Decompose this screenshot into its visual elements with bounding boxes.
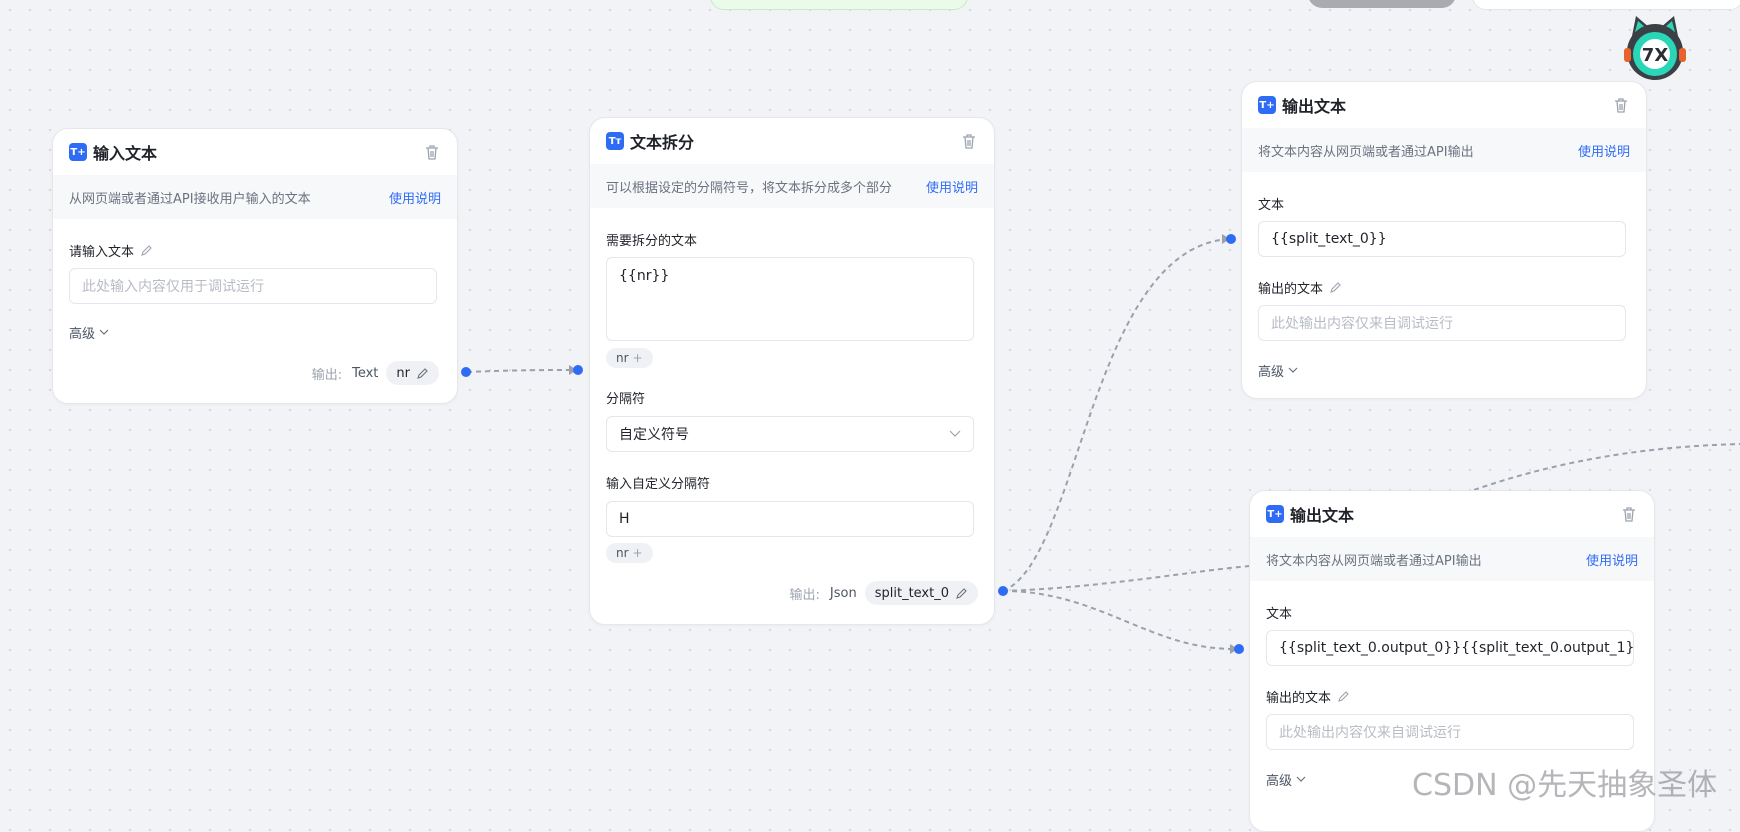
plus-icon: +: [632, 351, 643, 365]
variable-tag[interactable]: nr +: [606, 543, 653, 563]
node-text-split[interactable]: Tт 文本拆分 可以根据设定的分隔符号，将文本拆分成多个部分 使用说明 需要拆分…: [589, 117, 995, 625]
input-text-field[interactable]: 此处输入内容仅用于调试运行: [69, 268, 437, 304]
svg-text:7X: 7X: [1642, 45, 1669, 66]
node-title: 文本拆分: [630, 133, 695, 152]
edge-input-to-split: [466, 369, 574, 373]
field-label: 输出的文本: [1266, 691, 1332, 706]
field-label: 输出的文本: [1258, 282, 1324, 297]
edit-pencil-icon[interactable]: [1337, 690, 1350, 703]
input-handle[interactable]: [1234, 644, 1244, 654]
text-output-icon: T+: [1266, 505, 1284, 523]
split-text-textarea[interactable]: {{nr}}: [606, 257, 974, 341]
output-result-field: 此处输出内容仅来自调试运行: [1258, 305, 1626, 341]
chevron-down-icon: [1288, 367, 1298, 373]
custom-separator-input[interactable]: H: [606, 501, 974, 537]
trash-icon[interactable]: [1612, 96, 1630, 114]
watermark: CSDN @先天抽象圣体: [1412, 768, 1718, 803]
plus-icon: +: [632, 546, 643, 560]
output-text-input[interactable]: {{split_text_0.output_0}}{{split_text_0.…: [1266, 630, 1634, 666]
chevron-down-icon: [99, 329, 109, 335]
help-link[interactable]: 使用说明: [1586, 550, 1638, 569]
output-text-input[interactable]: {{split_text_0}}: [1258, 221, 1626, 257]
edge-split-to-offscreen: [1002, 565, 1251, 592]
node-description: 从网页端或者通过API接收用户输入的文本: [69, 191, 311, 207]
output-variable[interactable]: nr: [386, 361, 439, 385]
field-label: 输入自定义分隔符: [606, 477, 711, 492]
trash-icon[interactable]: [1620, 505, 1638, 523]
input-handle[interactable]: [573, 365, 583, 375]
field-label: 请输入文本: [69, 245, 135, 260]
variable-tag[interactable]: nr +: [606, 348, 653, 368]
node-description: 将文本内容从网页端或者通过API输出: [1258, 144, 1474, 160]
advanced-toggle[interactable]: 高级: [69, 323, 109, 342]
edit-pencil-icon[interactable]: [140, 244, 153, 257]
edge-split-to-output2: [1002, 590, 1237, 651]
output-handle[interactable]: [461, 367, 471, 377]
text-split-icon: Tт: [606, 132, 624, 150]
top-toolbar-panel: [1472, 0, 1740, 10]
output-type: Json: [829, 585, 857, 601]
edit-pencil-icon[interactable]: [955, 587, 968, 600]
field-label: 需要拆分的文本: [606, 234, 698, 249]
edit-pencil-icon[interactable]: [416, 367, 429, 380]
input-handle[interactable]: [1226, 234, 1236, 244]
text-input-icon: T+: [69, 143, 87, 161]
chevron-down-icon: [1296, 776, 1306, 782]
edge-offscreen-top: [1473, 443, 1740, 491]
node-description: 可以根据设定的分隔符号，将文本拆分成多个部分: [606, 180, 893, 196]
node-output-text-1[interactable]: T+ 输出文本 将文本内容从网页端或者通过API输出 使用说明 文本 {{spl…: [1241, 81, 1647, 399]
text-output-icon: T+: [1258, 96, 1276, 114]
output-result-field: 此处输出内容仅来自调试运行: [1266, 714, 1634, 750]
output-variable[interactable]: split_text_0: [864, 581, 978, 605]
advanced-toggle[interactable]: 高级: [1258, 361, 1298, 380]
advanced-toggle[interactable]: 高级: [1266, 770, 1306, 789]
top-toolbar-button[interactable]: [1308, 0, 1456, 8]
node-title: 输出文本: [1282, 97, 1347, 116]
help-link[interactable]: 使用说明: [1578, 141, 1630, 160]
avatar[interactable]: 7X: [1618, 10, 1692, 84]
output-label: 输出:: [311, 367, 343, 383]
edit-pencil-icon[interactable]: [1329, 281, 1342, 294]
node-title: 输出文本: [1290, 506, 1355, 525]
field-label: 文本: [1266, 607, 1293, 622]
node-description: 将文本内容从网页端或者通过API输出: [1266, 553, 1482, 569]
output-type: Text: [352, 365, 379, 381]
help-link[interactable]: 使用说明: [926, 177, 978, 196]
top-status-pill: [710, 0, 968, 10]
trash-icon[interactable]: [960, 132, 978, 150]
field-label: 分隔符: [606, 392, 646, 407]
node-title: 输入文本: [93, 144, 158, 163]
output-handle[interactable]: [998, 586, 1008, 596]
edge-split-to-output1: [1002, 238, 1229, 592]
field-label: 文本: [1258, 198, 1285, 213]
chevron-down-icon: [949, 430, 961, 437]
node-input-text[interactable]: T+ 输入文本 从网页端或者通过API接收用户输入的文本 使用说明 请输入文本 …: [52, 128, 458, 404]
help-link[interactable]: 使用说明: [389, 188, 441, 207]
output-label: 输出:: [789, 587, 820, 603]
trash-icon[interactable]: [423, 143, 441, 161]
cat-avatar-icon: 7X: [1624, 16, 1686, 80]
separator-select[interactable]: 自定义符号: [606, 416, 974, 452]
